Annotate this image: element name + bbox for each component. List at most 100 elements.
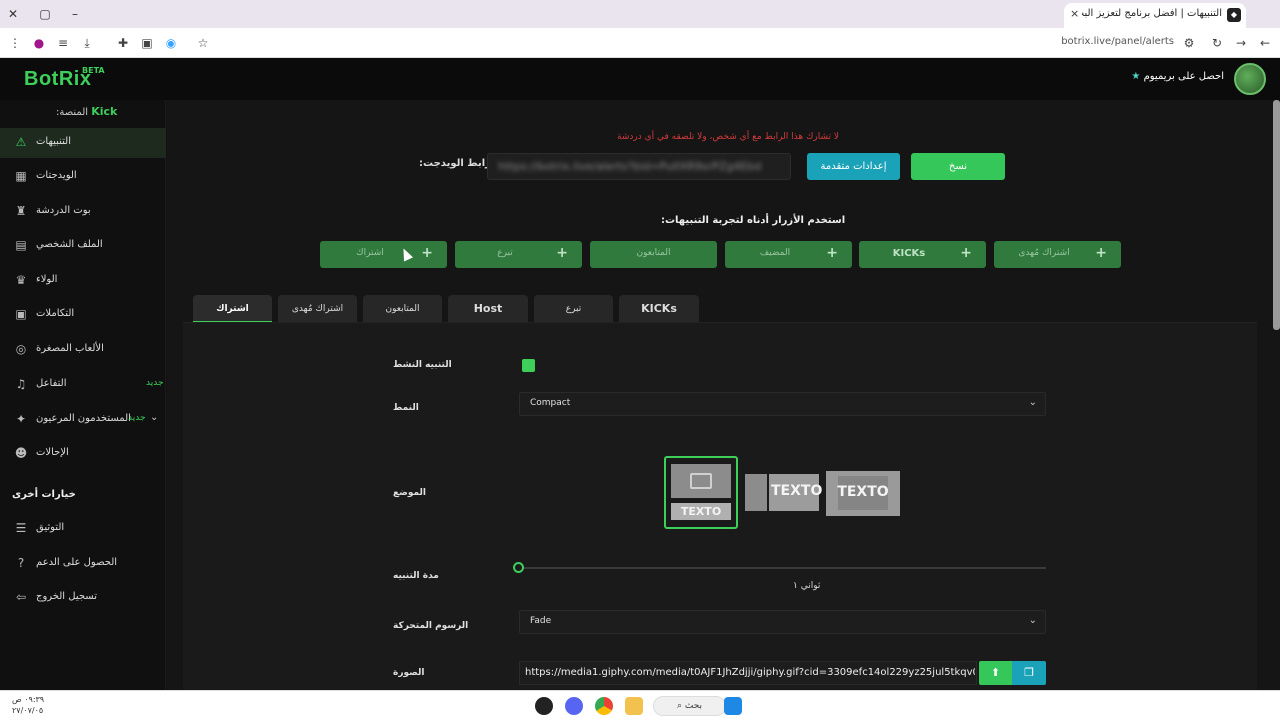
test-button-label: المضيف: [759, 248, 791, 258]
duration-slider-track[interactable]: [518, 567, 1046, 569]
close-window-icon[interactable]: ✕: [4, 5, 22, 23]
browser-toolbar: ⋮ ● ≡ ⤓ ✚ ▣ ◉ ☆ botrix.live/panel/alerts…: [0, 28, 1280, 58]
position-option-top-image[interactable]: TEXTO: [664, 456, 738, 529]
sidebar-item-support[interactable]: ? الحصول على الدعم: [0, 549, 166, 579]
site-settings-icon[interactable]: ⚙: [1180, 34, 1198, 52]
chevron-down-icon: ⌄: [1028, 397, 1037, 408]
avatar[interactable]: [1234, 63, 1266, 95]
sidebar-item-profile[interactable]: ▤ الملف الشخصي: [0, 231, 166, 261]
image-placeholder-icon: [745, 474, 769, 511]
extension-icon[interactable]: ◉: [162, 34, 180, 52]
test-subscription-button[interactable]: اشتراك +: [320, 241, 447, 268]
plus-icon: +: [960, 245, 972, 261]
reading-list-icon[interactable]: ≡: [54, 34, 72, 52]
maximize-window-icon[interactable]: ▢: [36, 5, 54, 23]
profile-icon[interactable]: ●: [30, 34, 48, 52]
minimize-window-icon[interactable]: –: [66, 5, 84, 23]
link-warning: لا تشارك هذا الرابط مع أي شخص، ولا تلصقه…: [617, 132, 840, 142]
extension-icon[interactable]: ▣: [138, 34, 156, 52]
sidebar-item-documentation[interactable]: ☰ التوثيق: [0, 514, 166, 544]
test-button-label: KICKs: [892, 248, 926, 259]
download-icon[interactable]: ⤓: [78, 34, 96, 52]
bookmark-star-icon[interactable]: ☆: [194, 34, 212, 52]
tab-subscription[interactable]: اشتراك: [193, 295, 272, 323]
style-select[interactable]: Compact ⌄: [519, 392, 1046, 416]
app-icon[interactable]: [535, 697, 553, 715]
duration-slider-handle[interactable]: [513, 562, 524, 573]
tab-close-icon[interactable]: ×: [1070, 7, 1079, 20]
tab-kicks[interactable]: KICKs: [619, 295, 699, 323]
sidebar-item-alerts[interactable]: ⚠ التنبيهات: [0, 128, 166, 158]
sidebar-item-label: التنبيهات: [36, 136, 71, 147]
image-url-field[interactable]: https://media1.giphy.com/media/t0AJF1JhZ…: [519, 661, 977, 685]
windows-start-icon[interactable]: [724, 697, 742, 715]
search-label: بحث: [684, 701, 703, 711]
copy-button[interactable]: نسخ: [911, 153, 1005, 180]
browser-tab[interactable]: × التنبيهات | أفضل برنامج لتعزيز البث ◆: [1064, 3, 1246, 28]
sidebar-item-logout[interactable]: ⇦ تسجيل الخروج: [0, 583, 166, 613]
position-text: TEXTO: [771, 483, 823, 499]
address-url[interactable]: botrix.live/panel/alerts: [1061, 36, 1174, 47]
platform-label: المنصة:: [56, 107, 89, 118]
image-placeholder-icon: [671, 464, 731, 498]
upload-icon[interactable]: ⬆: [979, 661, 1012, 685]
taskbar-search[interactable]: ⌕ بحث: [653, 696, 726, 716]
trophy-icon: ♛: [15, 273, 27, 287]
active-alert-toggle[interactable]: [522, 359, 535, 372]
chevron-down-icon[interactable]: ⌄: [150, 412, 158, 423]
taskbar-clock[interactable]: ٠٩:٣٩ ص ٢٧/٠٧/٠٥: [12, 694, 44, 716]
sidebar-item-loyalty[interactable]: ♛ الولاء: [0, 266, 166, 296]
page-scrollbar[interactable]: [1273, 100, 1280, 330]
duration-label: مدة التنبيه: [393, 571, 439, 581]
chrome-icon[interactable]: [595, 697, 613, 715]
help-icon: ?: [17, 556, 25, 570]
advanced-settings-button[interactable]: إعدادات متقدمة: [807, 153, 900, 180]
widget-url-value: https://botrix.live/alerts?bid=Pu0XR9srP…: [498, 160, 762, 173]
position-text: TEXTO: [671, 503, 731, 520]
position-option-side-image[interactable]: TEXTO: [745, 474, 823, 511]
menu-icon[interactable]: ⋮: [6, 34, 24, 52]
tab-followers[interactable]: المتابعون: [363, 295, 442, 323]
sidebar-item-interaction[interactable]: ♫ التفاعل جديد: [0, 370, 166, 400]
forward-icon[interactable]: →: [1232, 34, 1250, 52]
clock-time: ٠٩:٣٩ ص: [12, 695, 45, 704]
sidebar-item-label: تسجيل الخروج: [36, 591, 98, 602]
chevron-down-icon: ⌄: [1028, 615, 1037, 626]
position-text: TEXTO: [837, 484, 889, 500]
sidebar-item-chatbot[interactable]: ♜ بوت الدردشة: [0, 197, 166, 227]
sidebar-item-minigames[interactable]: ◎ الألعاب المصغرة: [0, 335, 166, 365]
sidebar-item-label: الإحالات: [36, 447, 69, 458]
platform-indicator: Kick المنصة:: [56, 105, 117, 118]
test-donation-button[interactable]: تبرع +: [455, 241, 582, 268]
discord-icon[interactable]: [565, 697, 583, 715]
widget-url-field[interactable]: https://botrix.live/alerts?bid=Pu0XR9srP…: [487, 153, 791, 180]
clock-date: ٢٧/٠٧/٠٥: [12, 706, 44, 715]
test-host-button[interactable]: المضيف +: [725, 241, 852, 268]
sidebar-item-sponsored-users[interactable]: ✦ المستخدمون المرعيون جديد ⌄: [0, 405, 166, 435]
image-label: الصورة: [393, 668, 425, 678]
position-option-overlay[interactable]: TEXTO: [826, 471, 900, 516]
plus-icon: +: [826, 245, 838, 261]
test-followers-button[interactable]: المتابعون: [590, 241, 717, 268]
test-kicks-button[interactable]: KICKs +: [859, 241, 986, 268]
sidebar-item-integrations[interactable]: ▣ التكاملات: [0, 300, 166, 330]
reload-icon[interactable]: ↻: [1208, 34, 1226, 52]
tab-gifted-sub[interactable]: اشتراك مُهدى: [278, 295, 357, 323]
sidebar-item-referrals[interactable]: ☻ الإحالات: [0, 439, 166, 469]
back-icon[interactable]: ←: [1256, 34, 1274, 52]
tab-host[interactable]: Host: [448, 295, 528, 323]
test-gifted-sub-button[interactable]: اشتراك مُهدى +: [994, 241, 1121, 268]
music-icon: ♫: [15, 377, 27, 391]
test-alerts-title: استخدم الأزرار أدناه لتجربة التنبيهات:: [661, 215, 846, 226]
file-explorer-icon[interactable]: [625, 697, 643, 715]
extensions-icon[interactable]: ✚: [114, 34, 132, 52]
search-icon: ⌕: [676, 701, 685, 711]
gallery-icon[interactable]: ❐: [1012, 661, 1046, 685]
plus-icon: +: [1095, 245, 1107, 261]
sidebar-item-widgets[interactable]: ▦ الويدجتات: [0, 162, 166, 192]
sidebar-item-label: الألعاب المصغرة: [36, 343, 104, 354]
animation-select[interactable]: Fade ⌄: [519, 610, 1046, 634]
tab-donation[interactable]: تبرع: [534, 295, 613, 323]
animation-label: الرسوم المتحركة: [393, 621, 469, 631]
get-premium-link[interactable]: احصل على بريميوم ★: [1127, 71, 1224, 82]
